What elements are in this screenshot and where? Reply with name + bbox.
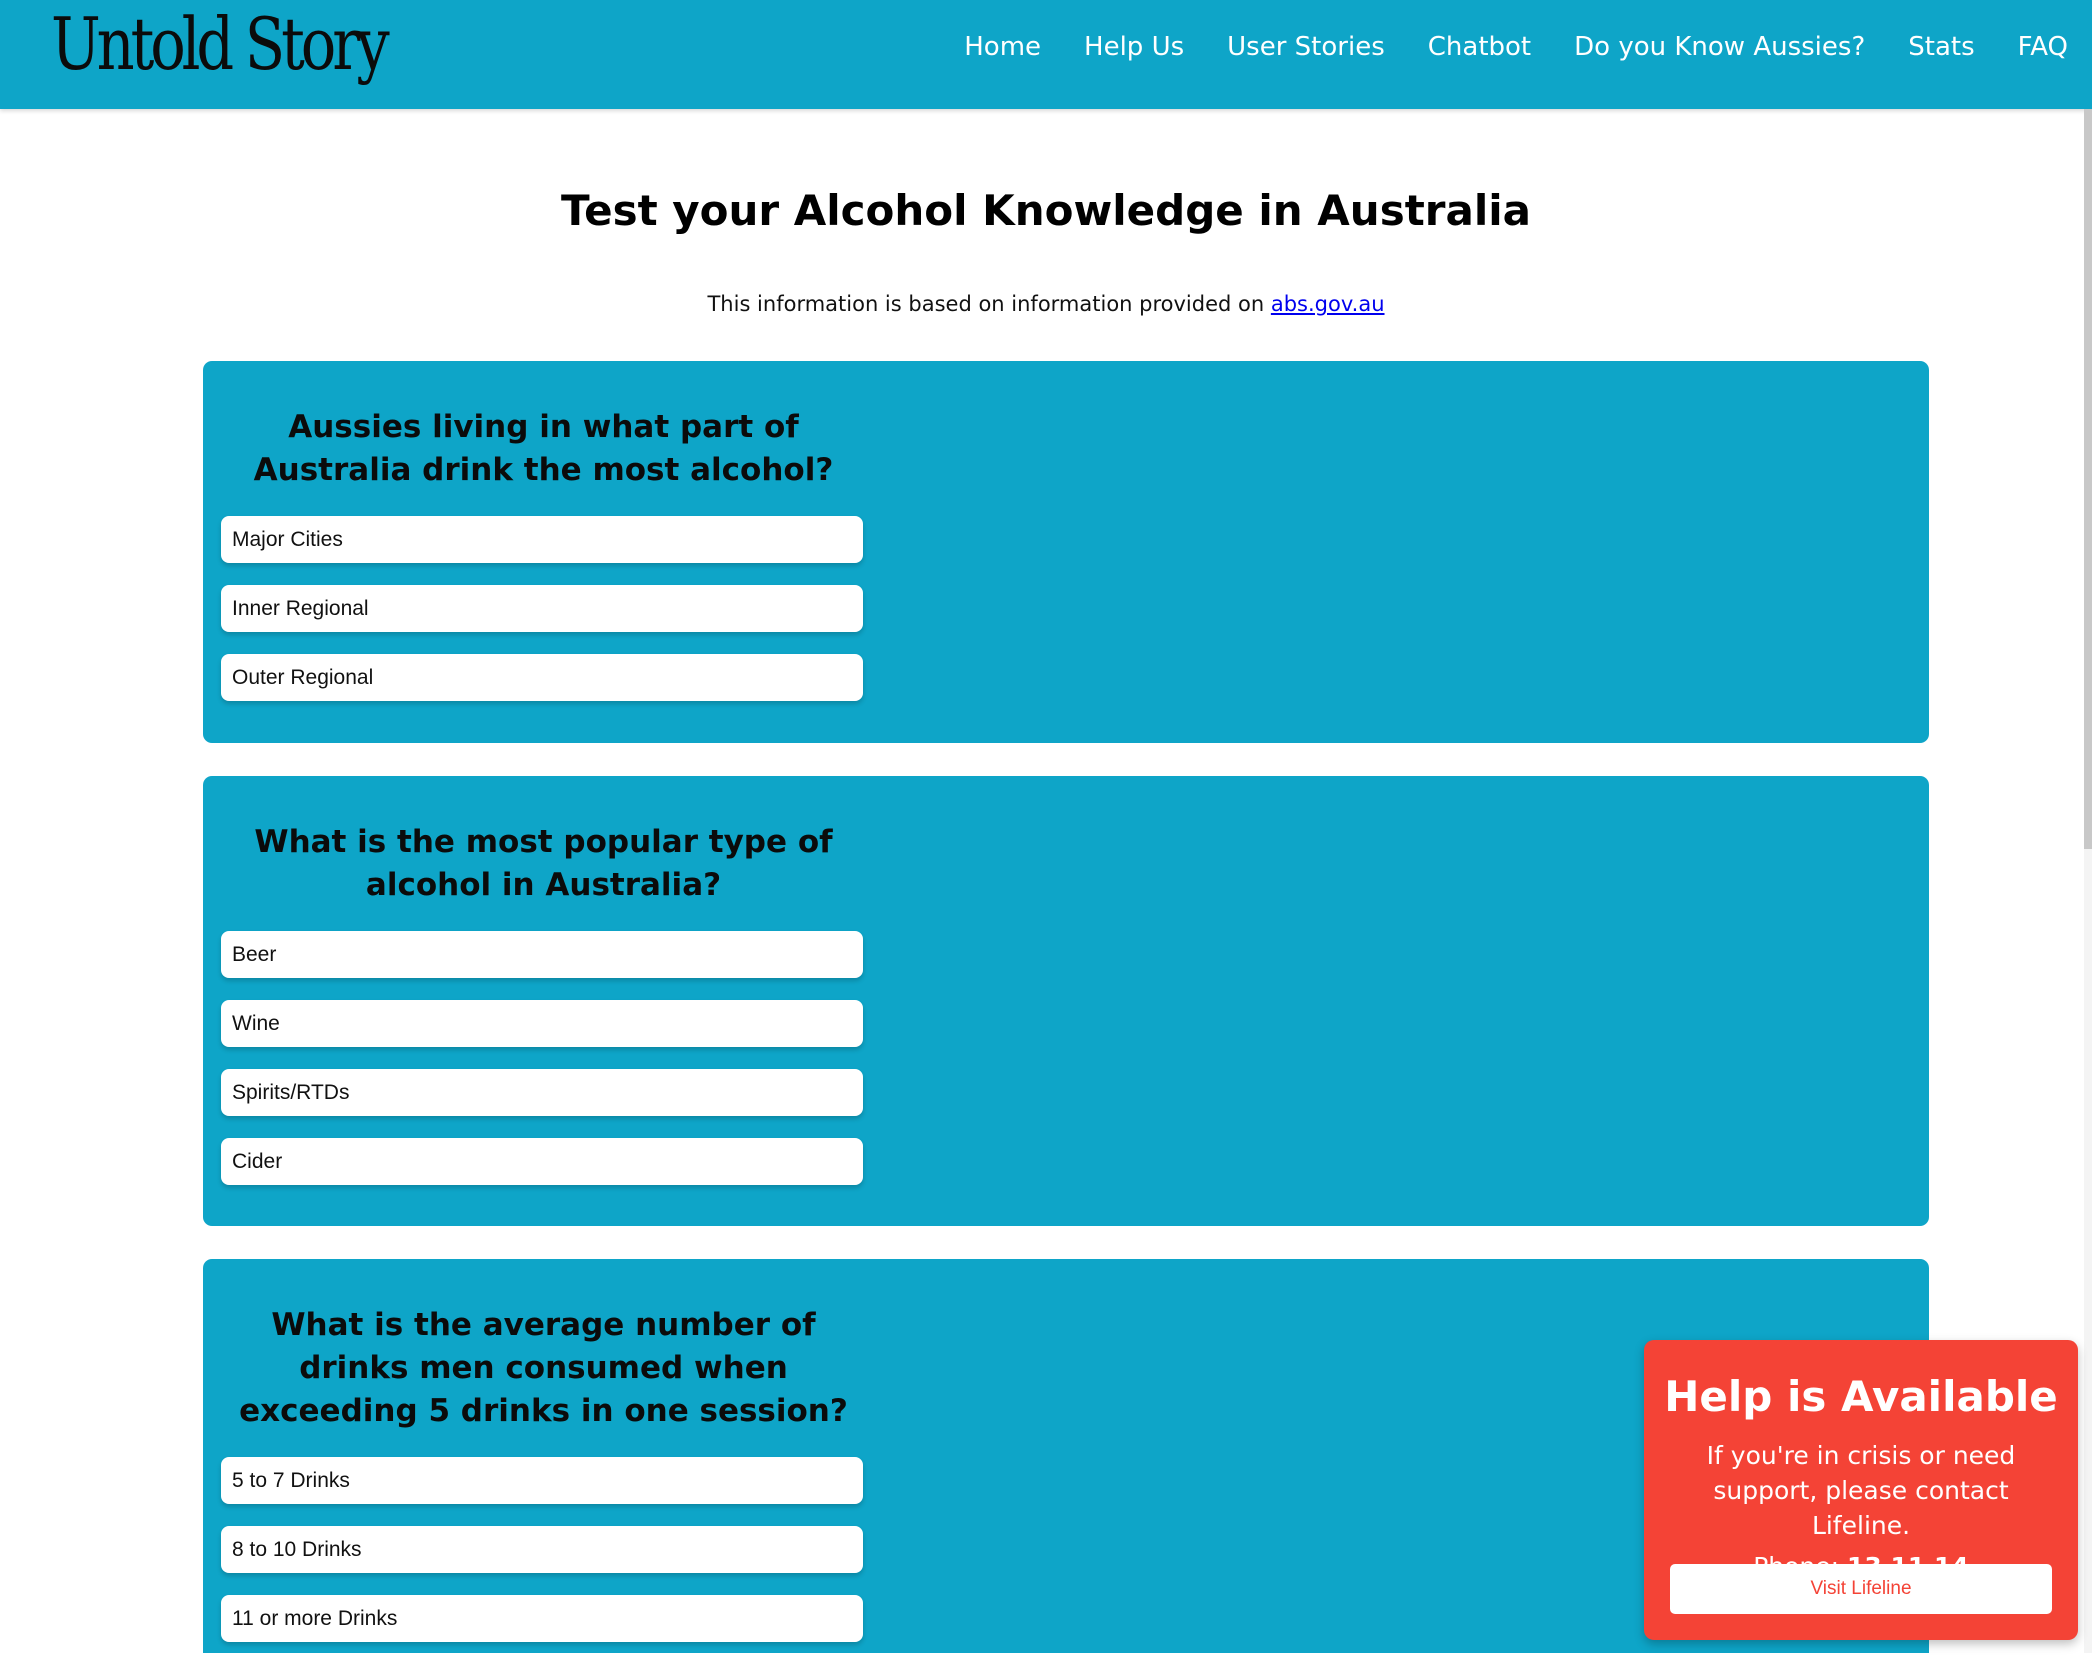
help-popup: Help is Available If you're in crisis or… [1644,1340,2078,1640]
nav-links: Home Help Us User Stories Chatbot Do you… [964,32,2068,62]
quiz-card-2: What is the most popular type of alcohol… [203,776,1929,1226]
quiz-card-1: Aussies living in what part of Australia… [203,361,1929,743]
answer-option-spirits-rtds[interactable]: Spirits/RTDs [221,1069,863,1116]
quiz-card-content: What is the average number of drinks men… [221,1304,866,1664]
source-link[interactable]: abs.gov.au [1271,292,1385,316]
page-title: Test your Alcohol Knowledge in Australia [561,186,1531,235]
quiz-question: Aussies living in what part of Australia… [253,409,834,488]
help-text: If you're in crisis or need support, ple… [1706,1441,2016,1540]
answer-option-wine[interactable]: Wine [221,1000,863,1047]
answer-option-major-cities[interactable]: Major Cities [221,516,863,563]
source-text: This information is based on information… [707,292,1271,316]
nav-link-chatbot[interactable]: Chatbot [1428,32,1531,62]
answer-option-11-or-more-drinks[interactable]: 11 or more Drinks [221,1595,863,1642]
nav-link-user-stories[interactable]: User Stories [1227,32,1385,62]
answer-option-5-to-7-drinks[interactable]: 5 to 7 Drinks [221,1457,863,1504]
quiz-card-content: What is the most popular type of alcohol… [221,821,866,1207]
answer-option-inner-regional[interactable]: Inner Regional [221,585,863,632]
answer-option-outer-regional[interactable]: Outer Regional [221,654,863,701]
nav-link-help-us[interactable]: Help Us [1084,32,1184,62]
navbar: Untold Story Home Help Us User Stories C… [0,0,2092,109]
quiz-question: What is the most popular type of alcohol… [254,824,833,903]
nav-link-faq[interactable]: FAQ [2018,32,2068,62]
nav-link-do-you-know-aussies[interactable]: Do you Know Aussies? [1574,32,1865,62]
site-logo[interactable]: Untold Story [51,4,390,84]
source-line: This information is based on information… [0,292,2092,316]
quiz-card-content: Aussies living in what part of Australia… [221,406,866,723]
visit-lifeline-button[interactable]: Visit Lifeline [1670,1564,2052,1614]
answer-option-beer[interactable]: Beer [221,931,863,978]
answer-option-8-to-10-drinks[interactable]: 8 to 10 Drinks [221,1526,863,1573]
quiz-question: What is the average number of drinks men… [239,1307,848,1429]
nav-link-home[interactable]: Home [964,32,1041,62]
answer-option-cider[interactable]: Cider [221,1138,863,1185]
help-title: Help is Available [1664,1372,2058,1421]
nav-link-stats[interactable]: Stats [1908,32,1974,62]
